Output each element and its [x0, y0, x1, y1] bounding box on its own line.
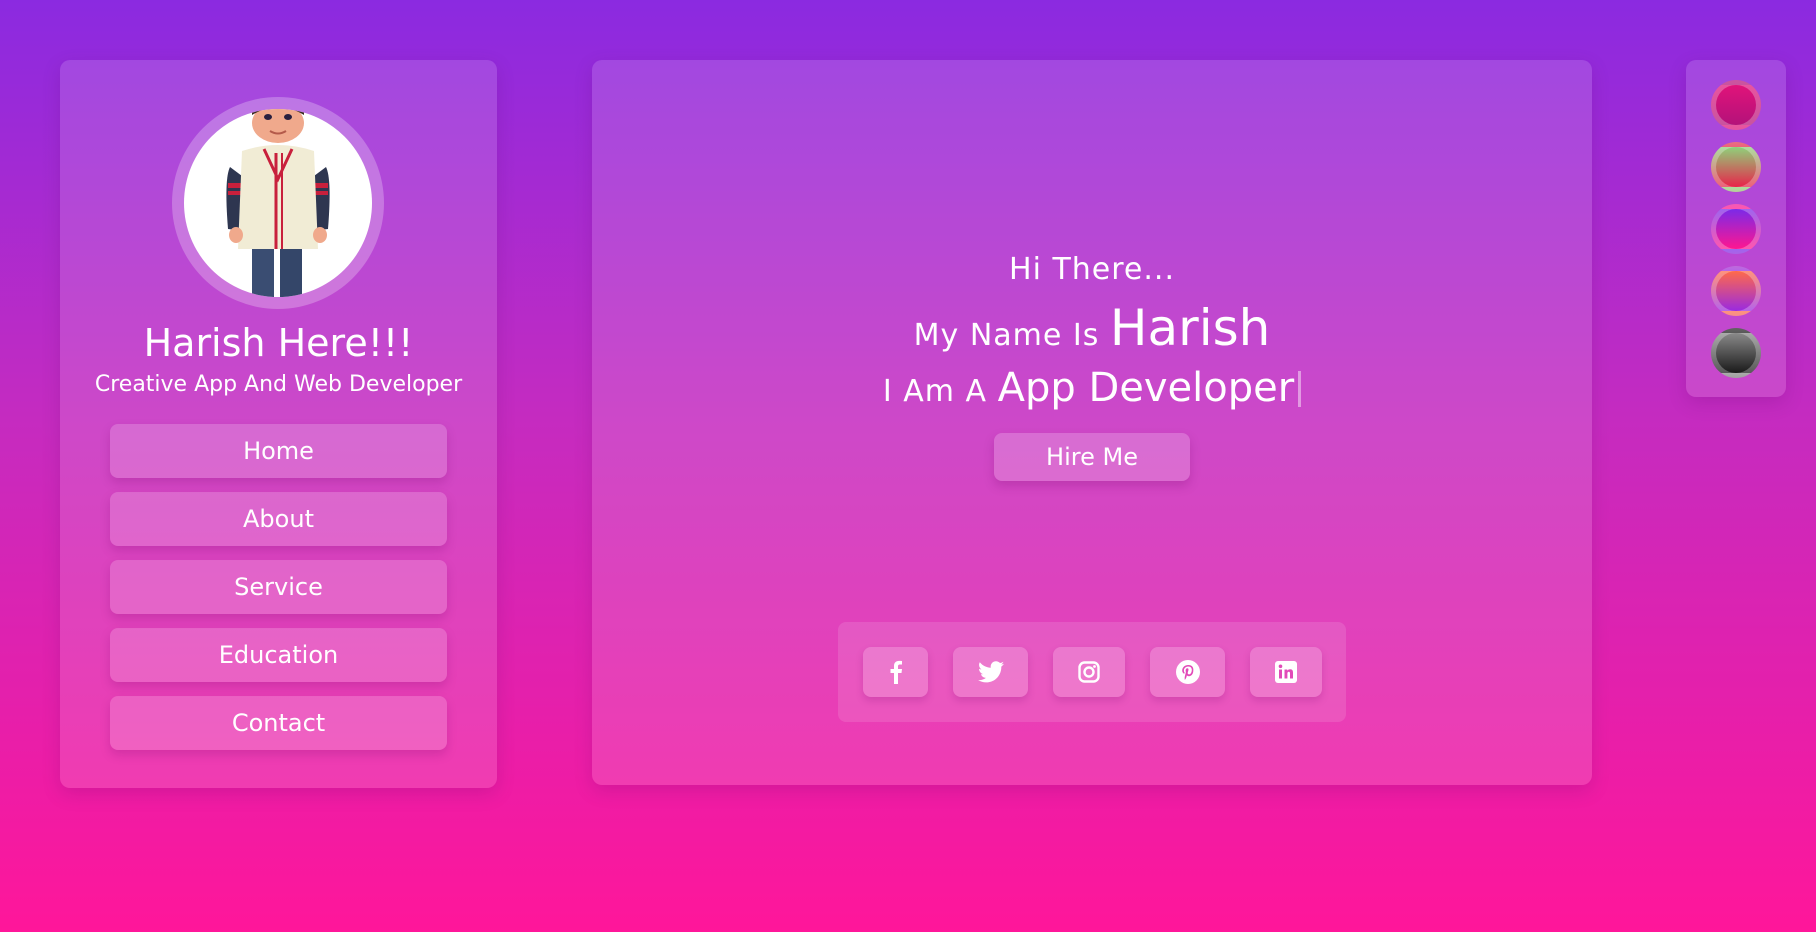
instagram-icon [1078, 661, 1100, 683]
nav-home-button[interactable]: Home [110, 424, 447, 478]
theme-swatch-green-red[interactable] [1711, 142, 1761, 192]
linkedin-button[interactable] [1250, 647, 1322, 697]
facebook-icon [890, 660, 902, 684]
theme-swatch-gray-black[interactable] [1711, 328, 1761, 378]
profile-sidebar: Harish Here!!! Creative App And Web Deve… [60, 60, 497, 788]
theme-swatch-magenta[interactable] [1711, 80, 1761, 130]
avatar [184, 109, 372, 297]
social-links [838, 622, 1346, 722]
nav-menu: Home About Service Education Contact [110, 424, 447, 764]
pinterest-button[interactable] [1150, 647, 1225, 697]
twitter-button[interactable] [953, 647, 1028, 697]
theme-swatch-orange-purple[interactable] [1711, 266, 1761, 316]
hero-greeting: Hi There... [1009, 252, 1175, 287]
theme-swatch-purple-pink[interactable] [1711, 204, 1761, 254]
theme-switcher [1686, 60, 1786, 397]
nav-about-button[interactable]: About [110, 492, 447, 546]
hire-me-button[interactable]: Hire Me [994, 433, 1190, 481]
hero-role-prefix: I Am A [882, 374, 988, 409]
avatar-ring [172, 97, 384, 309]
facebook-button[interactable] [863, 647, 928, 697]
nav-education-button[interactable]: Education [110, 628, 447, 682]
typing-cursor [1298, 371, 1302, 407]
linkedin-icon [1275, 661, 1297, 683]
profile-tagline: Creative App And Web Developer [94, 372, 463, 397]
hero-name-line: My Name Is Harish [592, 296, 1592, 368]
profile-name: Harish Here!!! [143, 321, 414, 365]
hero-name-prefix: My Name Is [913, 318, 1100, 353]
cartoon-boy-avatar-icon [226, 109, 330, 297]
nav-contact-button[interactable]: Contact [110, 696, 447, 750]
pinterest-icon [1175, 660, 1200, 684]
hero-role-line: I Am A App Developer [592, 362, 1592, 418]
instagram-button[interactable] [1053, 647, 1125, 697]
nav-service-button[interactable]: Service [110, 560, 447, 614]
twitter-icon [977, 661, 1004, 683]
hero-panel: Hi There... My Name Is Harish I Am A App… [592, 60, 1592, 785]
hero-name: Harish [1109, 299, 1271, 357]
hero-role: App Developer [997, 365, 1295, 411]
